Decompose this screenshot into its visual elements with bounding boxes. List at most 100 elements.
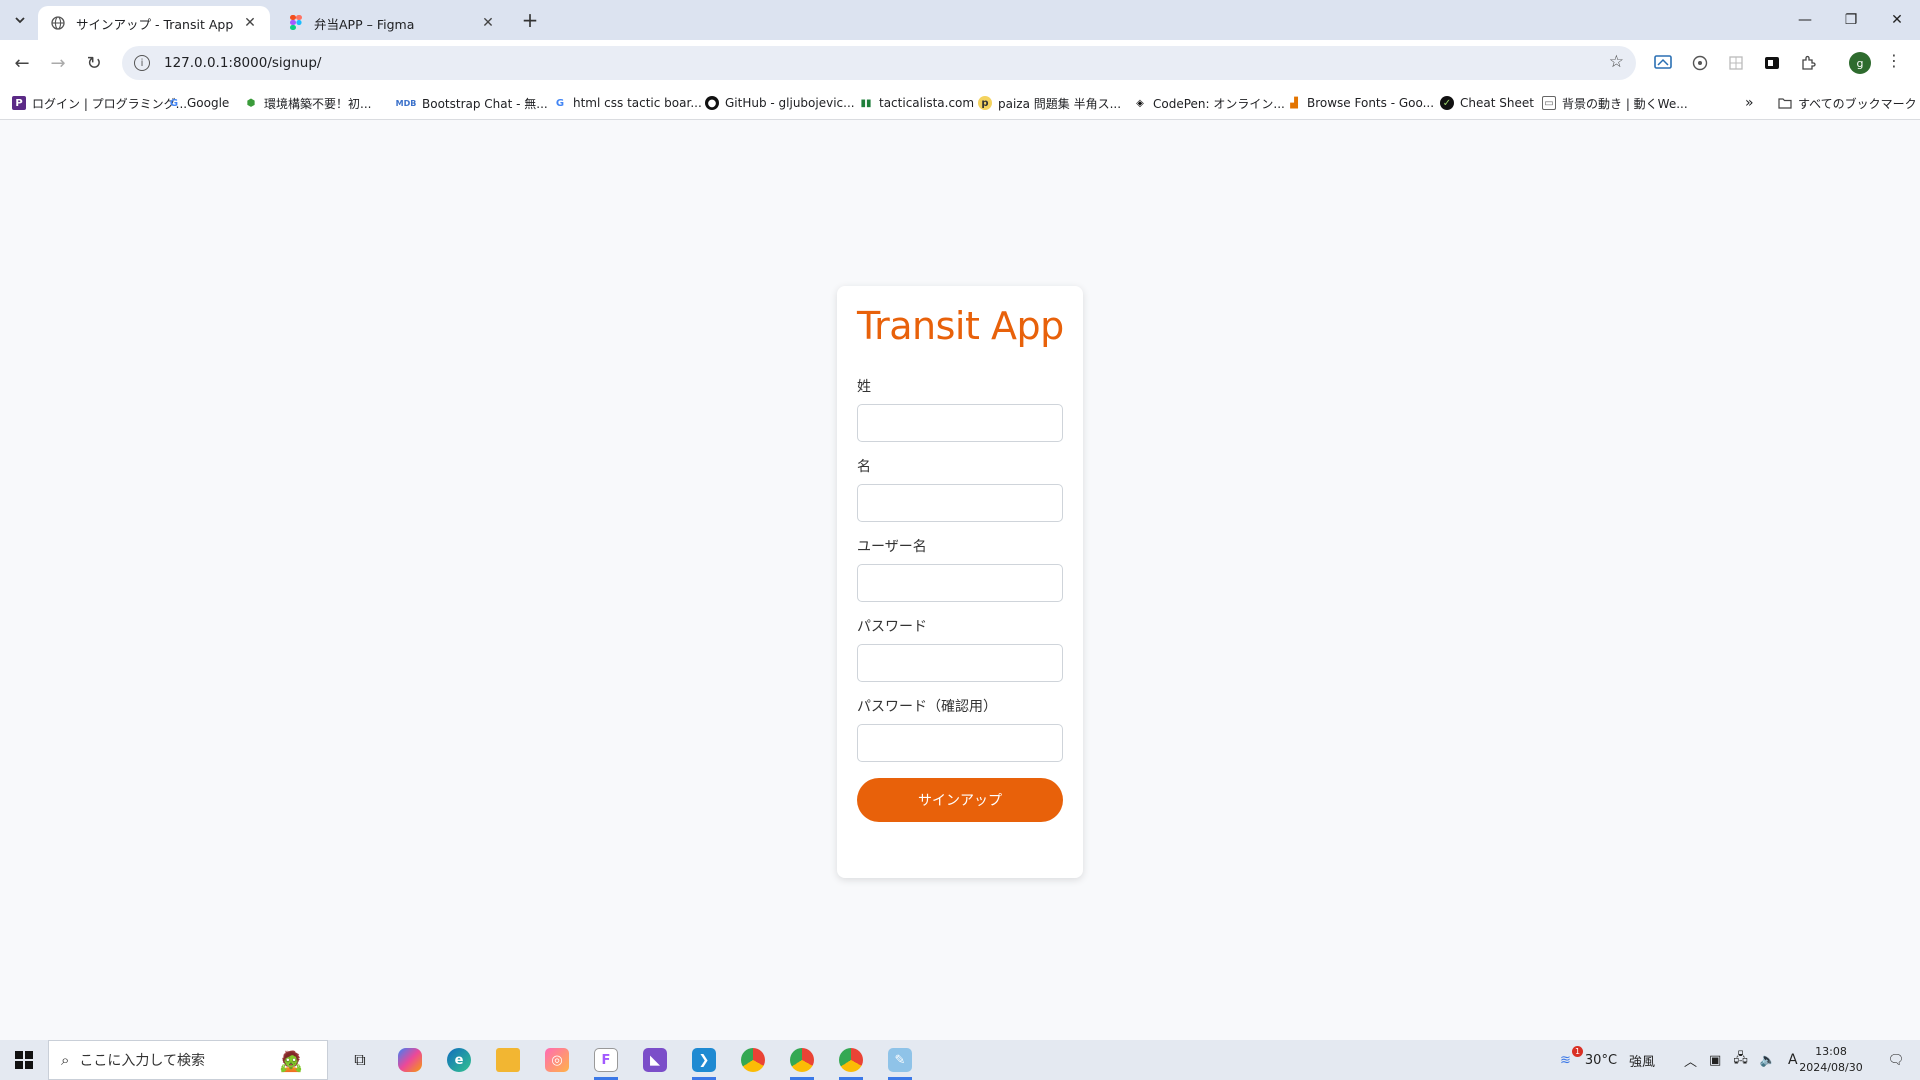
taskbar-edge[interactable]: e xyxy=(439,1044,479,1076)
bookmark-label: Browse Fonts - Goo... xyxy=(1307,96,1435,110)
extension-black-icon[interactable] xyxy=(1760,51,1784,75)
bookmark-label: すべてのブックマーク xyxy=(1798,96,1917,111)
extension-grid-icon[interactable] xyxy=(1724,51,1748,75)
url-input[interactable] xyxy=(164,55,1564,71)
taskbar-chrome-profile-n[interactable] xyxy=(831,1044,871,1080)
bookmark-item[interactable]: ▟ Browse Fonts - Goo... xyxy=(1287,86,1434,120)
field-label: パスワード（確認用） xyxy=(857,699,997,715)
minimize-button[interactable]: — xyxy=(1782,0,1828,40)
taskbar-chrome[interactable] xyxy=(733,1044,773,1076)
app-icon: ◎ xyxy=(545,1048,569,1072)
taskbar-notepad[interactable]: ✎ xyxy=(880,1044,920,1080)
bookmark-item[interactable]: ▭ 背景の動き | 動くWe... xyxy=(1542,86,1688,120)
task-view-button[interactable]: ⧉ xyxy=(340,1044,380,1076)
password-input[interactable] xyxy=(857,644,1063,682)
search-icon: ⌕ xyxy=(61,1051,70,1069)
bookmark-label: CodePen: オンライン... xyxy=(1153,96,1285,111)
forward-button[interactable]: → xyxy=(44,49,72,77)
tab-signup[interactable]: サインアップ - Transit App ✕ xyxy=(38,6,270,40)
all-bookmarks-button[interactable]: すべてのブックマーク xyxy=(1778,86,1917,120)
clock-date: 2024/08/30 xyxy=(1799,1061,1863,1074)
edge-icon: e xyxy=(447,1048,471,1072)
bookmark-label: Google xyxy=(187,96,230,110)
tab-search-button[interactable] xyxy=(8,8,32,32)
bookmark-label: 背景の動き | 動くWe... xyxy=(1562,96,1688,111)
fonts-icon: ▟ xyxy=(1290,97,1298,109)
taskbar-explorer[interactable] xyxy=(488,1044,528,1076)
figma-icon xyxy=(288,15,304,31)
cast-icon[interactable] xyxy=(1651,51,1675,75)
last-name-input[interactable] xyxy=(857,404,1063,442)
figma-icon: F xyxy=(594,1048,618,1072)
address-bar[interactable]: i ☆ xyxy=(122,46,1636,80)
taskbar-vscode[interactable]: ❯ xyxy=(684,1044,724,1080)
tab-figma[interactable]: 弁当APP – Figma ✕ xyxy=(276,6,508,40)
taskbar-visual-studio[interactable]: ◣ xyxy=(635,1044,675,1076)
bookmark-item[interactable]: ⬢ 環境構築不要！初... xyxy=(244,86,372,120)
windows-logo-icon xyxy=(15,1051,33,1069)
bookmark-star-icon[interactable]: ☆ xyxy=(1609,52,1624,72)
bookmark-label: 環境構築不要！初... xyxy=(264,96,372,111)
search-placeholder: ここに入力して検索 xyxy=(79,1053,205,1069)
taskbar-clock[interactable]: 13:08 2024/08/30 xyxy=(1786,1044,1876,1076)
password-confirm-field: パスワード（確認用） xyxy=(857,696,1063,762)
site-info-icon[interactable]: i xyxy=(134,55,150,71)
notification-center-button[interactable]: 🗨 xyxy=(1876,1040,1916,1080)
close-tab-icon[interactable]: ✕ xyxy=(480,15,496,31)
arrow-left-icon: ← xyxy=(14,52,30,74)
bookmark-item[interactable]: G Google xyxy=(167,86,229,120)
bookmark-item[interactable]: P ログイン | プログラミング... xyxy=(12,86,187,120)
taskbar-search[interactable]: ⌕ ここに入力して検索 🧟 xyxy=(48,1040,328,1080)
globe-icon xyxy=(50,15,66,31)
back-button[interactable]: ← xyxy=(8,49,36,77)
reload-button[interactable]: ↻ xyxy=(80,49,108,77)
restore-button[interactable]: ❐ xyxy=(1828,0,1874,40)
close-window-button[interactable]: ✕ xyxy=(1874,0,1920,40)
username-field: ユーザー名 xyxy=(857,536,1063,602)
browser-tab-strip: サインアップ - Transit App ✕ 弁当APP – Figma ✕ +… xyxy=(0,0,1920,40)
close-tab-icon[interactable]: ✕ xyxy=(242,15,258,31)
network-icon[interactable]: 🖧 xyxy=(1733,1049,1748,1071)
bookmark-item[interactable]: p paiza 問題集 半角ス... xyxy=(978,86,1121,120)
first-name-input[interactable] xyxy=(857,484,1063,522)
field-label: 姓 xyxy=(857,379,871,395)
menu-dots-icon[interactable]: ⋮ xyxy=(1886,51,1902,70)
bookmark-item[interactable]: MDB Bootstrap Chat - 無... xyxy=(396,86,548,120)
taskbar-figma[interactable]: F xyxy=(586,1044,626,1080)
username-input[interactable] xyxy=(857,564,1063,602)
bookmark-item[interactable]: ◈ CodePen: オンライン... xyxy=(1133,86,1285,120)
field-label: 名 xyxy=(857,459,871,475)
extension-circle-icon[interactable] xyxy=(1688,51,1712,75)
weather-widget[interactable]: ≋ 1 30°C 強風 xyxy=(1560,1040,1655,1080)
google-icon: G xyxy=(169,97,179,109)
notification-badge: 1 xyxy=(1572,1046,1583,1057)
folder-icon xyxy=(1778,96,1792,110)
profile-avatar[interactable]: g xyxy=(1849,52,1871,74)
tab-title: サインアップ - Transit App xyxy=(76,16,234,32)
bookmark-item[interactable]: ▮▮ tacticalista.com xyxy=(859,86,974,120)
tab-title: 弁当APP – Figma xyxy=(314,16,415,32)
taskbar-app-pink[interactable]: ◎ xyxy=(537,1044,577,1076)
bookmark-label: Cheat Sheet xyxy=(1460,96,1534,110)
new-tab-button[interactable]: + xyxy=(518,8,542,32)
mdb-icon: MDB xyxy=(395,98,417,108)
device-icon[interactable]: ▣ xyxy=(1709,1053,1721,1068)
system-tray: ︿ ▣ 🖧 🔈 A xyxy=(1684,1040,1798,1080)
password-confirm-input[interactable] xyxy=(857,724,1063,762)
bookmark-item[interactable]: ● GitHub - gljubojevic... xyxy=(705,86,855,120)
taskbar-chrome-profile-g[interactable] xyxy=(782,1044,822,1080)
bookmark-item[interactable]: ✓ Cheat Sheet xyxy=(1440,86,1534,120)
vscode-icon: ❯ xyxy=(692,1048,716,1072)
password-field: パスワード xyxy=(857,616,1063,682)
chrome-icon xyxy=(741,1048,765,1072)
start-button[interactable] xyxy=(0,1040,48,1080)
bookmark-item[interactable]: G html css tactic boar... xyxy=(553,86,702,120)
more-bookmarks-button[interactable]: » xyxy=(1745,86,1754,120)
chevron-up-icon[interactable]: ︿ xyxy=(1684,1051,1697,1070)
taskbar-copilot[interactable] xyxy=(390,1044,430,1076)
extensions-puzzle-icon[interactable] xyxy=(1796,51,1820,75)
folder-icon xyxy=(496,1048,520,1072)
signup-button[interactable]: サインアップ xyxy=(857,778,1063,822)
volume-icon[interactable]: 🔈 xyxy=(1760,1053,1776,1068)
bookmarks-bar: P ログイン | プログラミング... G Google ⬢ 環境構築不要！初.… xyxy=(0,86,1920,120)
